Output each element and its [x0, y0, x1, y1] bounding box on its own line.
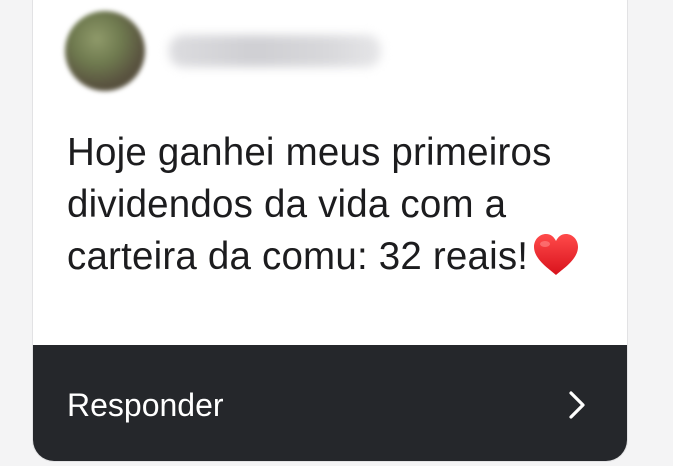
chevron-right-icon — [569, 391, 585, 419]
reply-label: Responder — [67, 387, 224, 423]
comment-header: username — [65, 11, 381, 91]
avatar[interactable] — [65, 11, 145, 91]
author-name-blurred[interactable]: username — [169, 35, 381, 67]
reply-button[interactable]: Responder — [33, 345, 627, 461]
comment-card: username Hoje ganhei meus primeiros divi… — [32, 0, 628, 462]
comment-text-block: Hoje ganhei meus primeiros dividendos da… — [67, 127, 587, 291]
comment-text: Hoje ganhei meus primeiros dividendos da… — [67, 131, 552, 278]
red-heart-icon — [532, 233, 580, 291]
red-heart-icon-svg — [534, 234, 579, 275]
